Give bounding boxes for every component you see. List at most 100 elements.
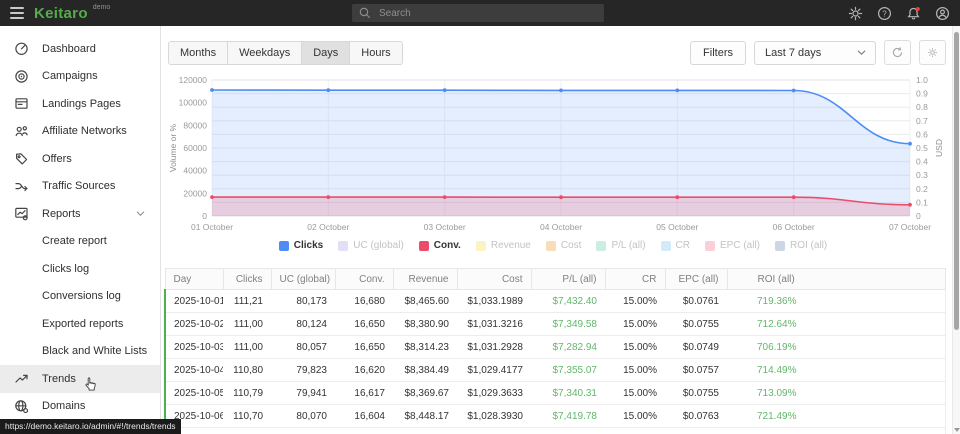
column-header-clicks[interactable]: Clicks	[223, 269, 271, 290]
cell-p-l-all: $7,282.94	[531, 336, 605, 359]
cell-conv: 16,604	[335, 405, 393, 428]
menu-toggle-icon[interactable]	[0, 7, 34, 19]
scrollbar-down-arrow-icon[interactable]	[954, 428, 960, 432]
column-header-epc-all[interactable]: EPC (all)	[665, 269, 727, 290]
sidebar-item-offers[interactable]: Offers	[0, 145, 160, 173]
sidebar-item-label: Landings Pages	[42, 98, 121, 110]
sidebar-item-label: Create report	[42, 235, 107, 247]
legend-label: CR	[676, 240, 690, 251]
cell-cr: 15.00%	[605, 359, 665, 382]
legend-swatch	[279, 241, 289, 251]
sidebar-item-create-report[interactable]: Create report	[0, 228, 160, 256]
cell-revenue: $8,465.60	[393, 290, 457, 313]
cell-revenue: $8,448.17	[393, 405, 457, 428]
scrollbar-thumb[interactable]	[954, 32, 959, 330]
column-header-cost[interactable]: Cost	[457, 269, 531, 290]
cell-revenue: $8,380.90	[393, 313, 457, 336]
legend-item-revenue[interactable]: Revenue	[476, 240, 531, 251]
sidebar-item-conversions-log[interactable]: Conversions log	[0, 283, 160, 311]
app-logo[interactable]: Keitaro	[34, 5, 88, 22]
table-row: 2025-10-01111,2180,17316,680$8,465.60$1,…	[165, 290, 945, 313]
search-icon	[359, 7, 371, 19]
cell-epc-all: $0.0755	[665, 382, 727, 405]
search-bar[interactable]	[352, 4, 604, 22]
cell-conv: 16,650	[335, 336, 393, 359]
tab-months[interactable]: Months	[169, 42, 228, 64]
sidebar-item-domains[interactable]: Domains	[0, 393, 160, 421]
date-range-select[interactable]: Last 7 days	[754, 41, 876, 65]
sidebar-item-trends[interactable]: Trends	[0, 365, 160, 393]
column-header-day[interactable]: Day	[165, 269, 223, 290]
legend-item-cr[interactable]: CR	[661, 240, 690, 251]
logo-demo-badge: demo	[93, 4, 111, 11]
column-header-p-l-all[interactable]: P/L (all)	[531, 269, 605, 290]
sidebar-item-landings-pages[interactable]: Landings Pages	[0, 90, 160, 118]
refresh-button[interactable]	[884, 40, 911, 65]
cell-p-l-all: $7,355.07	[531, 359, 605, 382]
sidebar-item-black-and-white-lists[interactable]: Black and White Lists	[0, 338, 160, 366]
cell-roi-all: 721.49%	[727, 405, 945, 428]
cell-cr: 15.00%	[605, 382, 665, 405]
search-input[interactable]	[377, 7, 597, 20]
svg-text:0.3: 0.3	[916, 170, 928, 180]
legend-item-p-l-all[interactable]: P/L (all)	[596, 240, 645, 251]
period-tabs: MonthsWeekdaysDaysHours	[168, 41, 403, 65]
main-content: MonthsWeekdaysDaysHours Filters Last 7 d…	[162, 26, 952, 434]
cell-p-l-all: $7,419.78	[531, 405, 605, 428]
help-icon[interactable]: ?	[876, 5, 892, 21]
dashboard-icon	[14, 41, 29, 56]
legend-swatch	[705, 241, 715, 251]
date-range-value: Last 7 days	[765, 47, 821, 59]
svg-text:0.1: 0.1	[916, 197, 928, 207]
cell-uc-global: 79,823	[271, 359, 335, 382]
notifications-icon[interactable]	[905, 5, 921, 21]
sidebar-item-reports[interactable]: Reports	[0, 200, 160, 228]
legend-label: EPC (all)	[720, 240, 760, 251]
legend-item-clicks[interactable]: Clicks	[279, 240, 323, 251]
column-header-cr[interactable]: CR	[605, 269, 665, 290]
traffic-icon	[14, 179, 29, 194]
cell-cr: 15.00%	[605, 336, 665, 359]
sidebar-item-campaigns[interactable]: Campaigns	[0, 63, 160, 91]
tab-weekdays[interactable]: Weekdays	[228, 42, 302, 64]
cell-day: 2025-10-04	[165, 359, 223, 382]
sidebar-item-affiliate-networks[interactable]: Affiliate Networks	[0, 118, 160, 146]
tab-hours[interactable]: Hours	[350, 42, 401, 64]
column-header-roi-all[interactable]: ROI (all)	[727, 269, 945, 290]
sidebar-item-traffic-sources[interactable]: Traffic Sources	[0, 173, 160, 201]
offers-icon	[14, 151, 29, 166]
table-row: 2025-10-0763,8046,1879,549$4,863.21$588.…	[165, 428, 945, 434]
cell-cost: $1,031.2928	[457, 336, 531, 359]
legend-item-uc-global[interactable]: UC (global)	[338, 240, 404, 251]
chart-settings-button[interactable]	[919, 40, 946, 65]
legend-item-roi-all[interactable]: ROI (all)	[775, 240, 827, 251]
cell-cost: $588.1004	[457, 428, 531, 434]
filters-button[interactable]: Filters	[690, 41, 746, 65]
cell-roi-all: 706.19%	[727, 336, 945, 359]
cell-revenue: $8,384.49	[393, 359, 457, 382]
vertical-scrollbar[interactable]	[952, 26, 960, 434]
column-header-conv[interactable]: Conv.	[335, 269, 393, 290]
chevron-down-icon	[857, 49, 866, 56]
column-header-uc-global[interactable]: UC (global)	[271, 269, 335, 290]
legend-item-cost[interactable]: Cost	[546, 240, 582, 251]
cell-revenue: $8,314.23	[393, 336, 457, 359]
chart-legend: Clicks UC (global) Conv. Revenue Cost P/L (al…	[162, 240, 944, 251]
account-icon[interactable]	[934, 5, 950, 21]
sidebar-item-clicks-log[interactable]: Clicks log	[0, 255, 160, 283]
topbar: Keitaro demo ?	[0, 0, 960, 26]
sidebar-item-dashboard[interactable]: Dashboard	[0, 35, 160, 63]
cell-p-l-all: $7,349.58	[531, 313, 605, 336]
cell-uc-global: 80,124	[271, 313, 335, 336]
svg-text:0.5: 0.5	[916, 143, 928, 153]
trends-icon	[14, 371, 29, 386]
sidebar: Dashboard Campaigns Landings Pages Affiliat…	[0, 26, 161, 434]
tab-days[interactable]: Days	[302, 42, 350, 64]
legend-item-conv[interactable]: Conv.	[419, 240, 461, 251]
svg-text:0.2: 0.2	[916, 184, 928, 194]
sidebar-item-label: Dashboard	[42, 43, 96, 55]
column-header-revenue[interactable]: Revenue	[393, 269, 457, 290]
legend-item-epc-all[interactable]: EPC (all)	[705, 240, 760, 251]
settings-icon[interactable]	[847, 5, 863, 21]
sidebar-item-exported-reports[interactable]: Exported reports	[0, 310, 160, 338]
